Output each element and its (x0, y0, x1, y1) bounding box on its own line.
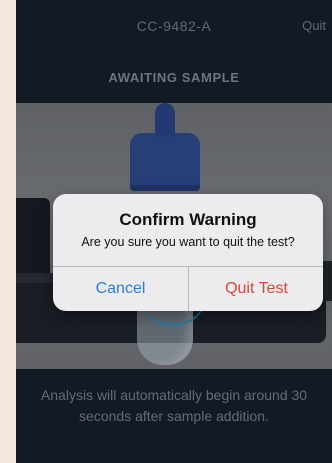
dialog-title: Confirm Warning (119, 210, 257, 229)
device-id: CC-9482-A (136, 18, 212, 34)
dialog-message: Are you sure you want to quit the test? (81, 235, 295, 249)
confirm-warning-dialog: Confirm Warning Are you sure you want to… (53, 194, 323, 311)
status-title: AWAITING SAMPLE (108, 70, 240, 85)
quit-test-button[interactable]: Quit Test (188, 267, 323, 311)
app-screen: CC-9482-A Quit AWAITING SAMPLE Confirm W… (16, 0, 332, 463)
top-bar: CC-9482-A Quit (16, 0, 332, 56)
instruction-text: Analysis will automatically begin around… (40, 387, 308, 424)
quit-link[interactable]: Quit (302, 18, 326, 33)
cancel-button[interactable]: Cancel (53, 267, 188, 311)
